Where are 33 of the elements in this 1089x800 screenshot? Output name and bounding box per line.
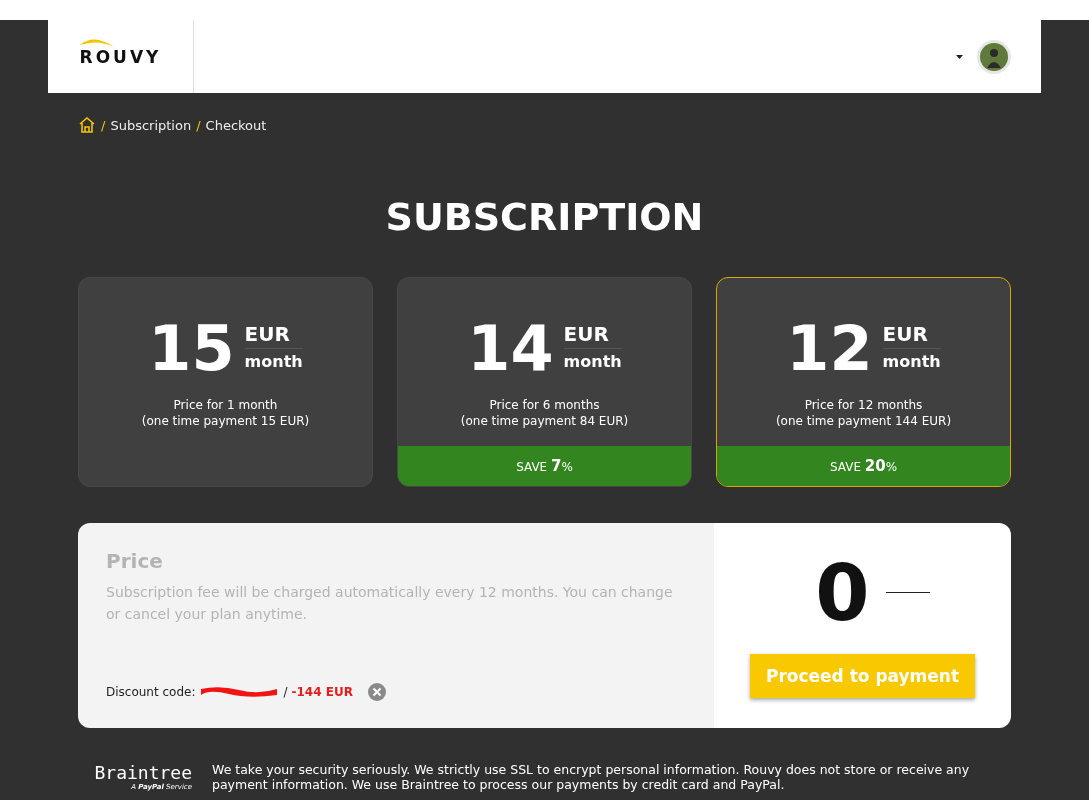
discount-separator: / [283, 685, 288, 699]
discount-value: -144 EUR [291, 685, 353, 699]
currency-label: EUR [563, 322, 622, 349]
page-title: SUBSCRIPTION [384, 195, 705, 239]
total-amount: 0 [815, 553, 870, 632]
price-description: Subscription fee will be charged automatically every 12 months. You can change or cancel your plan anytime. [106, 583, 674, 625]
save-label: SAVE 7% [516, 457, 573, 475]
home-icon[interactable] [78, 117, 96, 133]
period-label: month [882, 351, 941, 371]
plan-note: Price for 1 month (one time payment 15 EUR) [141, 398, 310, 430]
currency-label: EUR [882, 322, 941, 349]
plan-note: Price for 12 months (one time payment 144 EUR) [775, 398, 952, 430]
breadcrumb-separator: / [196, 117, 201, 133]
breadcrumb-separator: / [101, 117, 106, 133]
discount-label: Discount code: [106, 685, 196, 699]
avatar[interactable] [977, 39, 1011, 74]
save-label: SAVE 20% [829, 457, 898, 475]
period-label: month [244, 351, 303, 371]
caret-icon[interactable] [956, 54, 963, 59]
plan-price: 12 [786, 318, 873, 380]
plan-price: 15 [148, 318, 235, 380]
remove-icon[interactable] [366, 682, 387, 702]
currency-label: EUR [244, 322, 303, 349]
breadcrumb-link[interactable]: Subscription [110, 117, 192, 133]
braintree-logo: Braintree [94, 762, 192, 783]
plan-note: Price for 6 months (one time payment 84 EUR) [460, 398, 629, 430]
breadcrumb-link[interactable]: Checkout [205, 117, 267, 133]
price-heading: Price [106, 549, 164, 573]
plan-price: 14 [467, 318, 554, 380]
period-label: month [563, 351, 622, 371]
swoosh-icon [79, 36, 114, 49]
logo[interactable]: ROUVY [79, 46, 162, 67]
security-note: We take your security seriously. We strictly use SSL to encrypt personal information. Rouvy does not store or receive any payment information. We use Braintree to process our payments by credit card and PayPal. [212, 762, 971, 792]
